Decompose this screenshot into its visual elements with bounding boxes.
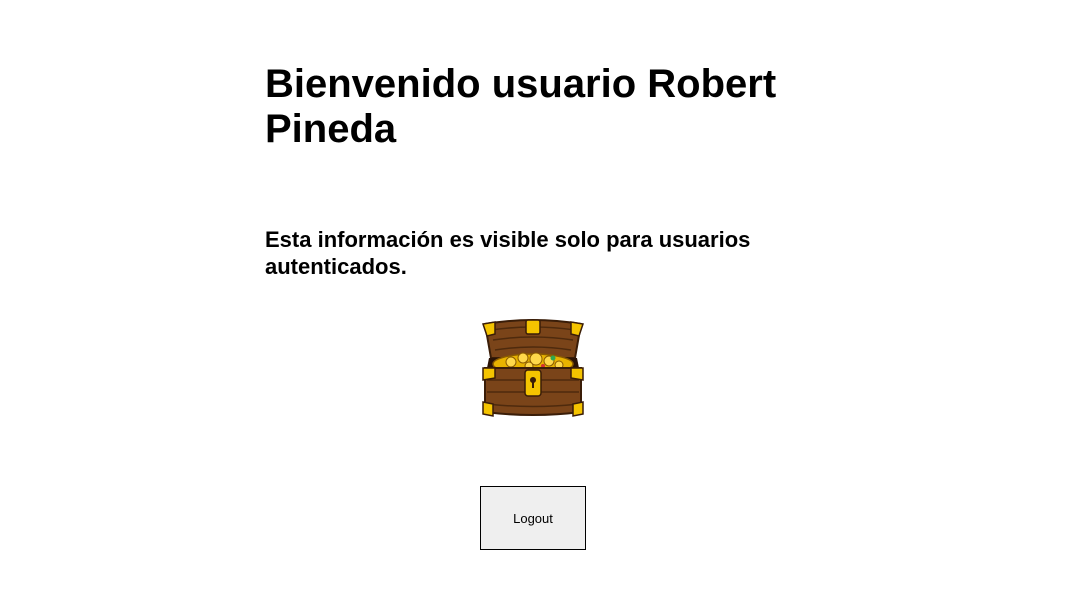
authenticated-info-text: Esta información es visible solo para us… (265, 227, 751, 279)
treasure-chest-icon (482, 319, 584, 417)
page-title: Bienvenido usuario Robert Pineda (265, 62, 777, 151)
logout-button[interactable]: Logout (480, 486, 586, 550)
